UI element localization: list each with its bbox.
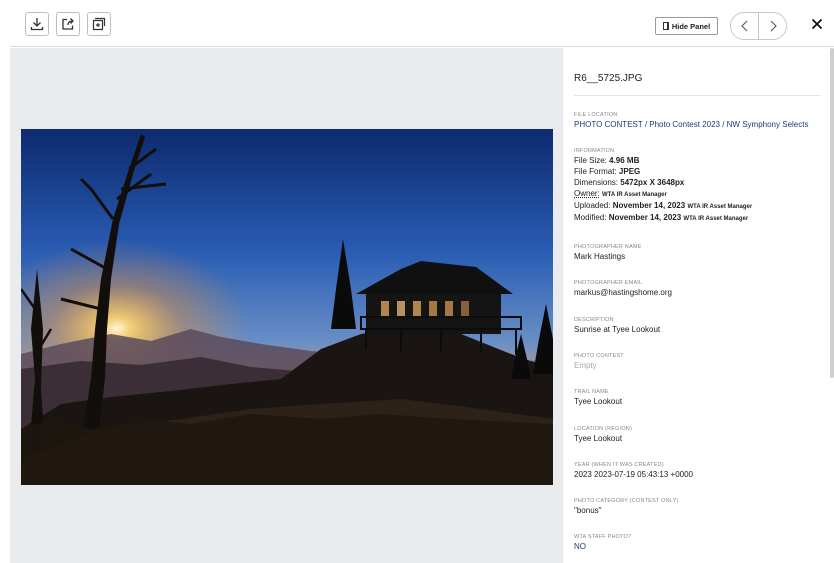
photo-category-value: "bonus" bbox=[574, 506, 602, 515]
wta-staff-photo-value: NO bbox=[574, 542, 586, 551]
field-label: INFORMATION bbox=[574, 148, 615, 154]
dimensions-row: Dimensions: 5472px X 3648px bbox=[574, 178, 824, 188]
description-value: Sunrise at Tyee Lookout bbox=[574, 325, 661, 334]
dimensions-label: Dimensions: bbox=[574, 178, 621, 187]
file-location-link[interactable]: PHOTO CONTEST / Photo Contest 2023 / NW … bbox=[574, 120, 824, 130]
photographer-name-field: PHOTOGRAPHER NAME Mark Hastings bbox=[574, 244, 824, 262]
modified-by: WTA IR Asset Manager bbox=[683, 216, 749, 222]
share-icon bbox=[62, 18, 74, 30]
file-name: R6__5725.JPG bbox=[574, 73, 643, 84]
field-label: PHOTO CONTEST bbox=[574, 353, 624, 359]
window-edge bbox=[0, 0, 10, 563]
details-panel: R6__5725.JPG FILE LOCATION PHOTO CONTEST… bbox=[562, 48, 834, 563]
information-field: INFORMATION File Size: 4.96 MB File Form… bbox=[574, 148, 824, 224]
owner-label[interactable]: Owner: bbox=[574, 189, 600, 198]
next-button[interactable] bbox=[759, 13, 786, 39]
image-navigation bbox=[730, 12, 787, 40]
field-label: WTA STAFF PHOTO? bbox=[574, 534, 632, 540]
trail-name-value: Tyee Lookout bbox=[574, 397, 623, 406]
photo-contest-value: Empty bbox=[574, 361, 597, 370]
download-button[interactable] bbox=[25, 12, 49, 36]
location-region-field: LOCATION (REGION) Tyee Lookout bbox=[574, 426, 824, 444]
file-format-value: JPEG bbox=[618, 167, 641, 176]
add-to-collection-icon bbox=[92, 17, 106, 31]
field-label: YEAR (WHEN IT WAS CREATED) bbox=[574, 462, 664, 468]
hide-panel-button[interactable]: Hide Panel bbox=[655, 17, 718, 35]
photographer-email-value: markus@hastingshome.org bbox=[574, 288, 672, 297]
add-to-collection-button[interactable] bbox=[87, 12, 111, 36]
panel-icon bbox=[662, 22, 669, 30]
photo-preview[interactable] bbox=[21, 129, 553, 485]
location-region-value: Tyee Lookout bbox=[574, 434, 623, 443]
file-format-label: File Format: bbox=[574, 167, 619, 176]
field-label: PHOTOGRAPHER NAME bbox=[574, 244, 642, 250]
modified-date: November 14, 2023 bbox=[608, 213, 682, 222]
divider bbox=[574, 95, 821, 96]
year-value: 2023 2023-07-19 05:43:13 +0000 bbox=[574, 470, 693, 479]
share-button[interactable] bbox=[56, 12, 80, 36]
field-label: LOCATION (REGION) bbox=[574, 426, 632, 432]
hide-panel-label: Hide Panel bbox=[671, 21, 711, 31]
field-label: PHOTOGRAPHER EMAIL bbox=[574, 280, 643, 286]
previous-button[interactable] bbox=[731, 13, 759, 39]
modified-row: Modified: November 14, 2023 WTA IR Asset… bbox=[574, 213, 824, 224]
toolbar: Hide Panel bbox=[10, 0, 834, 47]
field-label: TRAIL NAME bbox=[574, 389, 609, 395]
wta-staff-photo-field: WTA STAFF PHOTO? NO bbox=[574, 534, 824, 552]
photographer-email-field: PHOTOGRAPHER EMAIL markus@hastingshome.o… bbox=[574, 280, 824, 298]
photo-category-field: PHOTO CATEGORY (CONTEST ONLY) "bonus" bbox=[574, 498, 824, 516]
close-icon[interactable] bbox=[811, 18, 823, 30]
chevron-left-icon bbox=[740, 20, 747, 32]
uploaded-date: November 14, 2023 bbox=[612, 201, 686, 210]
description-field: DESCRIPTION Sunrise at Tyee Lookout bbox=[574, 317, 824, 335]
image-viewer bbox=[10, 48, 562, 563]
year-field: YEAR (WHEN IT WAS CREATED) 2023 2023-07-… bbox=[574, 462, 824, 480]
panel-scrollbar[interactable] bbox=[830, 48, 834, 378]
uploaded-by: WTA IR Asset Manager bbox=[687, 204, 753, 210]
field-label: DESCRIPTION bbox=[574, 317, 614, 323]
trail-name-field: TRAIL NAME Tyee Lookout bbox=[574, 389, 824, 407]
file-format-row: File Format: JPEG bbox=[574, 167, 824, 177]
uploaded-row: Uploaded: November 14, 2023 WTA IR Asset… bbox=[574, 201, 824, 212]
field-label: FILE LOCATION bbox=[574, 112, 618, 118]
owner-value: WTA IR Asset Manager bbox=[602, 192, 667, 198]
photographer-name-value: Mark Hastings bbox=[574, 252, 626, 261]
file-size-label: File Size: bbox=[574, 156, 610, 165]
field-label: PHOTO CATEGORY (CONTEST ONLY) bbox=[574, 498, 679, 504]
file-size-row: File Size: 4.96 MB bbox=[574, 156, 824, 166]
uploaded-label: Uploaded: bbox=[574, 201, 613, 210]
file-size-value: 4.96 MB bbox=[609, 156, 640, 165]
owner-row: Owner: WTA IR Asset Manager bbox=[574, 189, 824, 200]
download-icon bbox=[30, 18, 44, 31]
file-location-field: FILE LOCATION PHOTO CONTEST / Photo Cont… bbox=[574, 112, 824, 130]
photo-contest-field: PHOTO CONTEST Empty bbox=[574, 353, 824, 371]
chevron-right-icon bbox=[770, 20, 777, 32]
dimensions-value: 5472px X 3648px bbox=[620, 178, 685, 187]
modified-label: Modified: bbox=[574, 213, 609, 222]
